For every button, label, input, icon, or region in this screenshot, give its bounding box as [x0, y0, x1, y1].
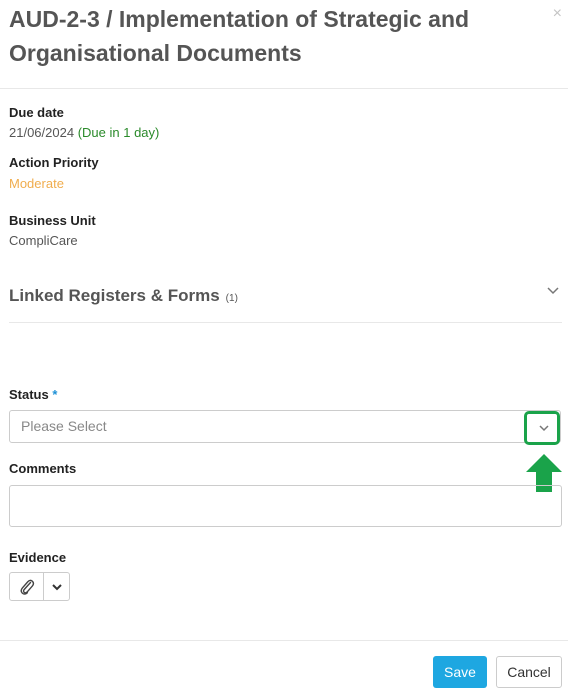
action-priority-value: Moderate — [9, 176, 64, 191]
evidence-controls — [9, 572, 70, 601]
linked-registers-count: (1) — [225, 293, 238, 304]
comments-label: Comments — [9, 461, 77, 476]
evidence-label: Evidence — [9, 550, 67, 565]
status-select[interactable]: Please Select — [9, 410, 561, 443]
attach-button[interactable] — [10, 573, 44, 600]
save-button[interactable]: Save — [433, 656, 487, 688]
footer-divider — [0, 640, 568, 641]
cancel-button[interactable]: Cancel — [496, 656, 562, 688]
section-divider — [9, 322, 562, 323]
close-icon[interactable]: × — [553, 5, 562, 23]
chevron-down-icon — [51, 583, 62, 590]
action-priority-label: Action Priority — [9, 155, 99, 170]
comments-field[interactable] — [9, 485, 562, 527]
chevron-down-icon[interactable] — [546, 283, 560, 297]
required-marker: * — [52, 387, 58, 402]
status-placeholder: Please Select — [21, 418, 107, 434]
status-label-text: Status — [9, 387, 49, 402]
status-label: Status * — [9, 387, 57, 402]
due-status: (Due in 1 day) — [77, 125, 160, 140]
header-divider — [0, 88, 568, 89]
due-date-label: Due date — [9, 105, 64, 120]
business-unit-value: CompliCare — [9, 233, 78, 248]
business-unit-label: Business Unit — [9, 213, 96, 228]
due-date-field: 21/06/2024 (Due in 1 day) — [9, 125, 159, 140]
linked-registers-title: Linked Registers & Forms — [9, 286, 220, 305]
paperclip-icon — [19, 579, 34, 595]
highlight-box — [524, 411, 560, 445]
linked-registers-header[interactable]: Linked Registers & Forms (1) — [9, 286, 238, 306]
evidence-dropdown-button[interactable] — [44, 573, 69, 600]
page-title: AUD-2-3 / Implementation of Strategic an… — [9, 6, 470, 66]
due-date-value: 21/06/2024 — [9, 125, 75, 140]
